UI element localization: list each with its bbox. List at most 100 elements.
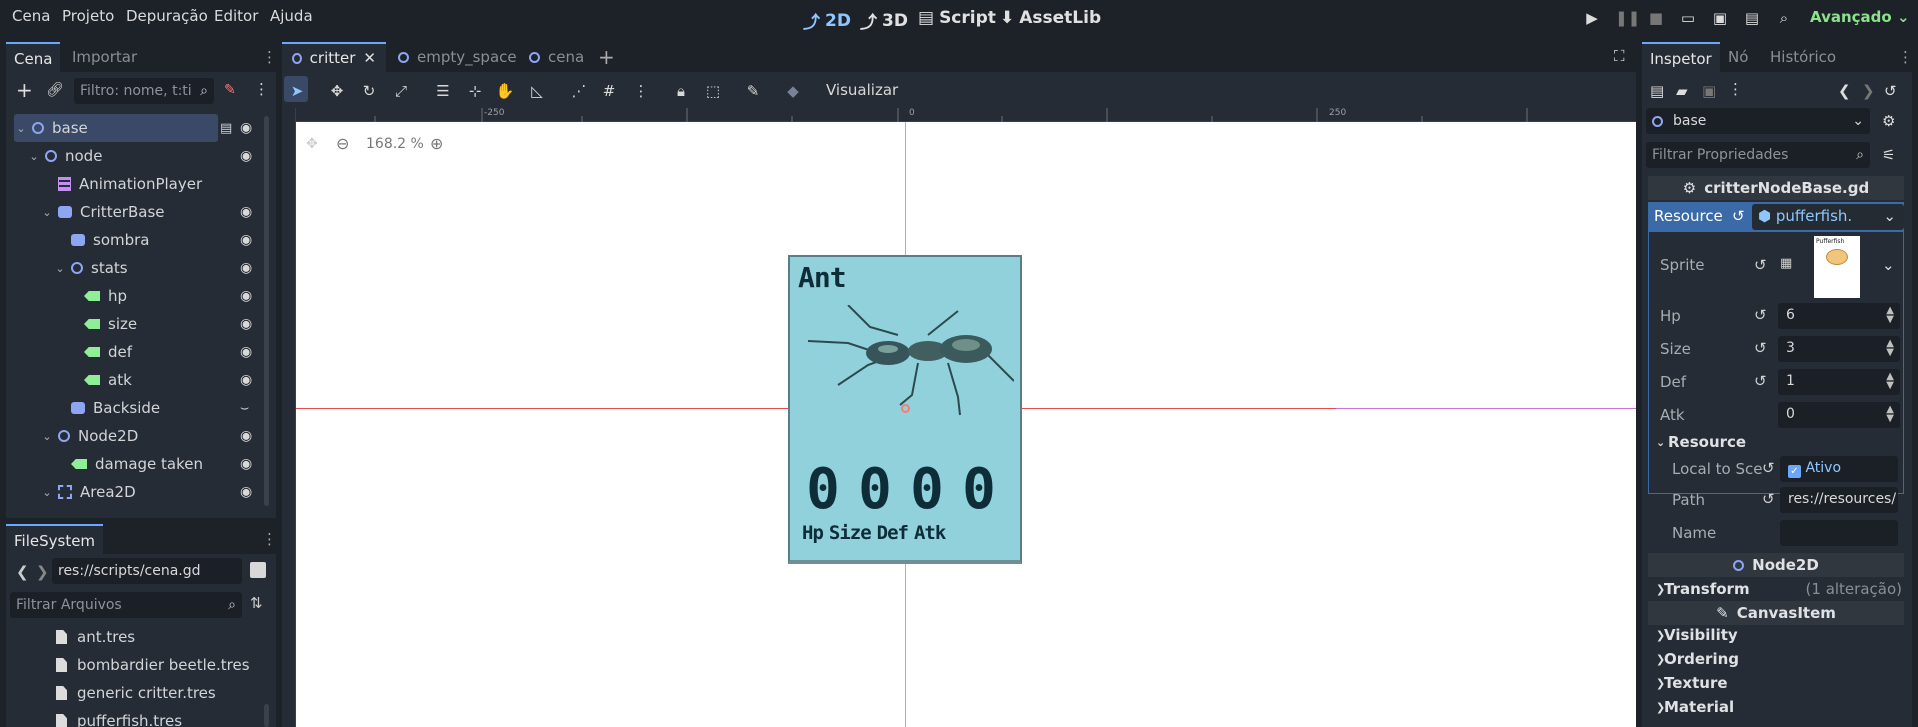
scene-node-area2d[interactable]: ⌄ Area2D ◉	[14, 478, 264, 506]
zoom-in-icon[interactable]: ⊕	[430, 134, 443, 153]
save-icon[interactable]: ▣	[1702, 82, 1716, 100]
forward-icon[interactable]: ❯	[36, 563, 49, 581]
script-attached-icon[interactable]: ▤	[220, 121, 232, 136]
history-forward-icon[interactable]: ❯	[1862, 82, 1875, 100]
name-input[interactable]	[1780, 520, 1898, 546]
pause-icon[interactable]: ❚❚	[1615, 9, 1640, 27]
scene-tree-scrollbar[interactable]	[264, 116, 269, 506]
menu-depuracao[interactable]: Depuração	[126, 7, 208, 25]
chevron-down-icon[interactable]: ⌄	[53, 262, 67, 275]
chevron-down-icon[interactable]: ⌄	[40, 430, 54, 443]
script-header[interactable]: ⚙ critterNodeBase.gd	[1648, 176, 1904, 200]
scene-filter-input[interactable]: Filtro: nome, t:ti ⌕	[74, 78, 214, 104]
scale-tool-icon[interactable]: ⤢	[390, 80, 412, 102]
group-icon[interactable]: ⬚	[702, 80, 724, 102]
ruler-tool-icon[interactable]: ◺	[526, 80, 548, 102]
scene-node-sombra[interactable]: sombra ◉	[14, 226, 264, 254]
eye-icon[interactable]: ◉	[240, 456, 252, 472]
scene-menu-icon[interactable]: ⋮	[254, 80, 269, 98]
revert-icon[interactable]: ↺	[1762, 490, 1775, 508]
node2d-header[interactable]: Node2D	[1648, 553, 1904, 577]
sprite-thumbnail[interactable]: Pufferfish	[1814, 236, 1860, 298]
play-custom-scene-icon[interactable]: ▤	[1743, 9, 1761, 27]
spinner-icon[interactable]: ▲ ▼	[1886, 306, 1894, 325]
tab-empty-space[interactable]: empty_space	[398, 42, 517, 72]
fullscreen-icon[interactable]: ⛶	[1614, 47, 1625, 65]
zoom-out-icon[interactable]: ⊖	[336, 134, 349, 153]
chevron-down-icon[interactable]: ⌄	[40, 486, 54, 499]
object-selector[interactable]: base ⌄	[1646, 108, 1870, 134]
revert-icon[interactable]: ↺	[1754, 306, 1767, 324]
chevron-down-icon[interactable]: ⌄	[27, 150, 41, 163]
menu-ajuda[interactable]: Ajuda	[270, 7, 313, 25]
scene-node-node[interactable]: ⌄ node ◉	[14, 142, 264, 170]
play-scene-icon[interactable]: ▣	[1711, 9, 1729, 27]
property-filter-input[interactable]: Filtrar Propriedades ⌕	[1646, 142, 1870, 168]
scene-node-backside[interactable]: Backside ⌣	[14, 394, 264, 422]
transform-section[interactable]: ❯ Transform (1 alteração)	[1650, 580, 1902, 602]
resource-row[interactable]: Resource ↺ ⬢ pufferfish. ⌄	[1648, 202, 1904, 232]
tab-filesystem[interactable]: FileSystem	[6, 524, 104, 554]
eye-icon[interactable]: ◉	[240, 232, 252, 248]
section-ordering[interactable]: ❯ Ordering	[1650, 650, 1902, 672]
scene-node-node2d[interactable]: ⌄ Node2D ◉	[14, 422, 264, 450]
open-folder-icon[interactable]: ▰	[1676, 82, 1688, 100]
pan-tool-icon[interactable]: ✋	[494, 80, 516, 102]
tab-critter[interactable]: critter ✕	[282, 42, 386, 72]
section-visibility[interactable]: ❯ Visibility	[1650, 626, 1902, 648]
chevron-down-icon[interactable]: ⌄	[14, 122, 28, 135]
eye-closed-icon[interactable]: ⌣	[240, 400, 249, 416]
tab-cena[interactable]: Cena	[6, 42, 61, 72]
viewport-canvas[interactable]: ✥ ⊖ 168.2 % ⊕ Ant 0000 Hp Size Def Atk	[296, 122, 1636, 727]
select-tool-icon[interactable]: ➤	[286, 80, 308, 102]
workspace-2d-button[interactable]: ⤴ 2D	[803, 8, 851, 34]
zoom-level[interactable]: 168.2 %	[366, 136, 424, 152]
tab-cena[interactable]: cena	[529, 42, 584, 72]
bone-icon[interactable]: ✎	[742, 80, 764, 102]
prop-value-spinbox[interactable]: 3 ▲ ▼	[1778, 336, 1900, 362]
add-tab-icon[interactable]: +	[598, 45, 615, 69]
new-resource-icon[interactable]: ▤	[1650, 82, 1664, 100]
more-icon[interactable]: ⋮	[1728, 80, 1743, 98]
tab-importar[interactable]: Importar	[64, 42, 145, 72]
scene-node-hp[interactable]: hp ◉	[14, 282, 264, 310]
remote-debug-icon[interactable]: ▭	[1679, 9, 1697, 27]
file-list-scrollbar[interactable]	[264, 704, 269, 727]
add-node-icon[interactable]: +	[16, 78, 33, 102]
filesystem-filter-input[interactable]: Filtrar Arquivos ⌕	[10, 592, 242, 618]
resource-section[interactable]: ⌄ Resource	[1650, 433, 1902, 455]
file-item[interactable]: pufferfish.tres	[56, 712, 182, 727]
split-mode-icon[interactable]	[250, 562, 266, 578]
prop-value-spinbox[interactable]: 0 ▲ ▼	[1778, 402, 1900, 428]
eye-icon[interactable]: ◉	[240, 316, 252, 332]
section-texture[interactable]: ❯ Texture	[1650, 674, 1902, 696]
revert-icon[interactable]: ↺	[1732, 207, 1745, 225]
canvasitem-header[interactable]: ✎ CanvasItem	[1648, 601, 1904, 625]
dock-menu-icon[interactable]: ⋮	[262, 530, 277, 548]
file-item[interactable]: ant.tres	[56, 628, 135, 646]
eye-icon[interactable]: ◉	[240, 372, 252, 388]
eye-icon[interactable]: ◉	[240, 120, 252, 136]
stop-icon[interactable]: ■	[1647, 9, 1665, 27]
center-view-icon[interactable]: ✥	[306, 136, 318, 152]
path-input[interactable]: res://resources/	[1780, 487, 1898, 513]
workspace-script-button[interactable]: ▤ Script	[918, 8, 996, 28]
scene-node-damage-taken[interactable]: damage taken ◉	[14, 450, 264, 478]
scene-node-base[interactable]: ⌄ base ▤ ◉	[14, 114, 252, 142]
sort-icon[interactable]: ⇅	[250, 594, 263, 612]
scene-node-def[interactable]: def ◉	[14, 338, 264, 366]
resource-picker[interactable]: ⬢ pufferfish. ⌄	[1752, 204, 1904, 230]
eye-icon[interactable]: ◉	[240, 344, 252, 360]
chevron-down-icon[interactable]: ⌄	[1882, 256, 1895, 274]
play-icon[interactable]: ▶	[1583, 9, 1601, 27]
eye-icon[interactable]: ◉	[240, 288, 252, 304]
property-options-icon[interactable]: ⚟	[1882, 146, 1895, 164]
scene-node-stats[interactable]: ⌄ stats ◉	[14, 254, 264, 282]
revert-icon[interactable]: ↺	[1754, 256, 1767, 274]
history-icon[interactable]: ↺	[1884, 82, 1897, 100]
close-icon[interactable]: ✕	[363, 49, 376, 67]
revert-icon[interactable]: ↺	[1754, 372, 1767, 390]
eye-icon[interactable]: ◉	[240, 204, 252, 220]
scene-node-animationplayer[interactable]: AnimationPlayer	[14, 170, 264, 198]
scene-node-atk[interactable]: atk ◉	[14, 366, 264, 394]
